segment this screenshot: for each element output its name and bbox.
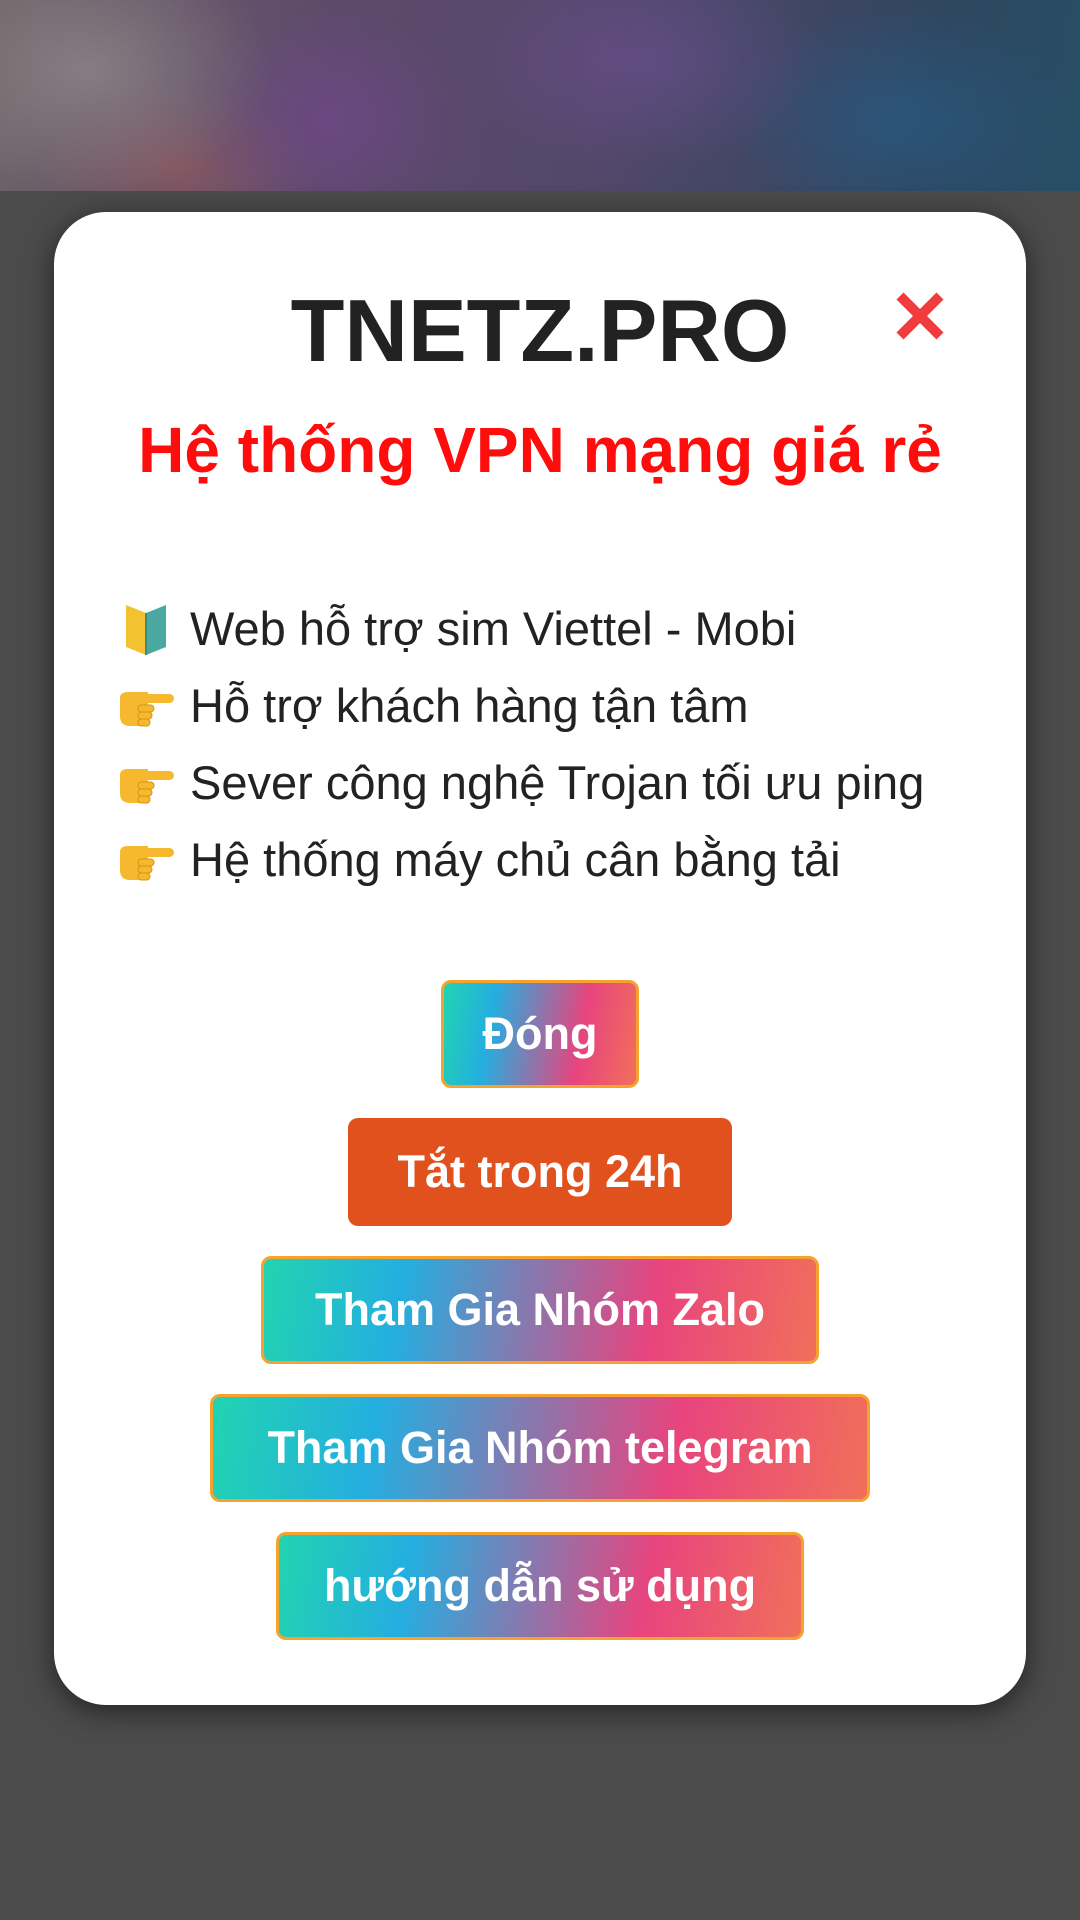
close-icon-glyph (896, 292, 944, 340)
pointing-hand-icon (114, 753, 178, 813)
feature-text: Hệ thống máy chủ cân bằng tải (190, 833, 841, 886)
join-telegram-group-button[interactable]: Tham Gia Nhóm telegram (210, 1394, 870, 1502)
feature-text: Web hỗ trợ sim Viettel - Mobi (190, 602, 797, 655)
page: TNETZ.PRO Hệ thống VPN mạng giá rẻ Web h… (0, 0, 1080, 1920)
beginner-badge-icon (114, 599, 178, 659)
usage-guide-button[interactable]: hướng dẫn sử dụng (276, 1532, 804, 1640)
join-zalo-group-button[interactable]: Tham Gia Nhóm Zalo (261, 1256, 819, 1364)
modal-title: TNETZ.PRO (290, 281, 790, 380)
feature-item: Hệ thống máy chủ cân bằng tải (114, 821, 994, 898)
close-button[interactable]: Đóng (441, 980, 639, 1088)
modal-subtitle: Hệ thống VPN mạng giá rẻ (138, 414, 942, 486)
announcement-modal: TNETZ.PRO Hệ thống VPN mạng giá rẻ Web h… (54, 212, 1026, 1705)
pointing-hand-icon (114, 676, 178, 736)
feature-item: Web hỗ trợ sim Viettel - Mobi (114, 590, 994, 667)
hero-background-image (0, 0, 1080, 191)
feature-list: Web hỗ trợ sim Viettel - Mobi Hỗ trợ khá… (114, 590, 994, 898)
feature-text: Hỗ trợ khách hàng tận tâm (190, 679, 749, 732)
disable-24h-button[interactable]: Tắt trong 24h (348, 1118, 732, 1226)
pointing-hand-icon (114, 830, 178, 890)
feature-text: Sever công nghệ Trojan tối ưu ping (190, 756, 925, 809)
feature-item: Hỗ trợ khách hàng tận tâm (114, 667, 994, 744)
feature-item: Sever công nghệ Trojan tối ưu ping (114, 744, 994, 821)
close-icon[interactable] (892, 288, 948, 344)
